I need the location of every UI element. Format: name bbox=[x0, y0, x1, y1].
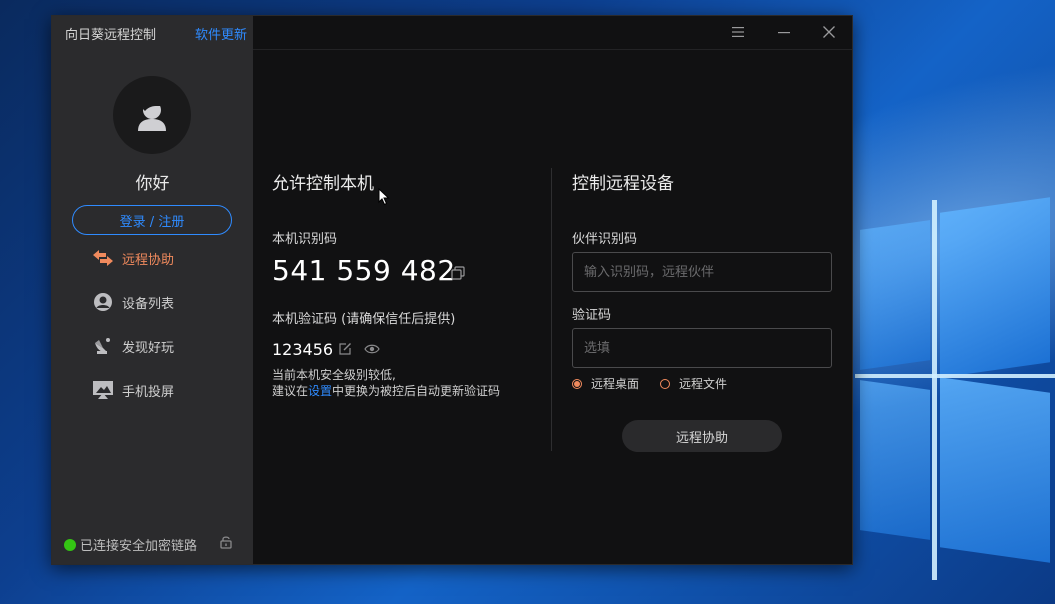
menu-icon[interactable] bbox=[727, 22, 749, 42]
partner-id-input[interactable] bbox=[572, 252, 832, 292]
radio-label: 远程文件 bbox=[679, 377, 728, 391]
allow-control-title: 允许控制本机 bbox=[272, 174, 374, 194]
control-remote-title: 控制远程设备 bbox=[572, 174, 674, 194]
connection-status: 已连接安全加密链路 bbox=[64, 535, 197, 554]
section-divider bbox=[551, 168, 552, 451]
login-register-button[interactable]: 登录 / 注册 bbox=[72, 205, 232, 235]
greeting: 你好 bbox=[135, 174, 170, 194]
software-update-link[interactable]: 软件更新 bbox=[195, 24, 247, 43]
mouse-cursor-icon bbox=[378, 187, 390, 210]
local-id-value: 541 559 482 bbox=[272, 254, 456, 287]
sidebar: 向日葵远程控制 软件更新 你好 登录 / 注册 远程协助 设备列表 发现好玩 手… bbox=[52, 16, 253, 564]
connection-status-text: 已连接安全加密链路 bbox=[80, 539, 198, 554]
device-list-icon bbox=[92, 291, 114, 313]
radio-remote-desktop[interactable]: 远程桌面 bbox=[572, 375, 639, 392]
remote-assist-icon bbox=[92, 247, 114, 269]
local-id-label: 本机识别码 bbox=[272, 232, 338, 247]
sidebar-item-label: 设备列表 bbox=[122, 296, 175, 312]
security-note-line2: 建议在设置中更换为被控后自动更新验证码 bbox=[272, 382, 500, 399]
radio-label: 远程桌面 bbox=[591, 377, 640, 391]
close-icon[interactable] bbox=[818, 22, 840, 42]
copy-icon[interactable] bbox=[450, 265, 466, 281]
app-window: 向日葵远程控制 软件更新 你好 登录 / 注册 远程协助 设备列表 发现好玩 手… bbox=[51, 15, 853, 565]
settings-link[interactable]: 设置 bbox=[308, 384, 332, 398]
radio-selected-icon bbox=[572, 378, 582, 389]
security-note-line1: 当前本机安全级别较低, bbox=[272, 368, 396, 382]
radio-remote-file[interactable]: 远程文件 bbox=[660, 375, 727, 392]
lock-icon[interactable] bbox=[219, 534, 233, 553]
minimize-icon[interactable] bbox=[773, 22, 795, 42]
edit-icon[interactable] bbox=[337, 341, 353, 357]
partner-id-label: 伙伴识别码 bbox=[572, 232, 638, 247]
user-avatar-icon bbox=[138, 100, 166, 131]
local-code-value: 123456 bbox=[272, 340, 334, 359]
app-title: 向日葵远程控制 bbox=[65, 28, 157, 43]
sidebar-item-device-list[interactable]: 设备列表 bbox=[92, 290, 174, 314]
verify-code-input[interactable] bbox=[572, 328, 832, 368]
radio-unselected-icon bbox=[660, 378, 670, 389]
sidebar-item-discover[interactable]: 发现好玩 bbox=[92, 334, 174, 358]
screen-cast-icon bbox=[92, 379, 114, 401]
discover-icon bbox=[92, 335, 114, 357]
sidebar-item-remote-assist[interactable]: 远程协助 bbox=[92, 246, 174, 270]
sidebar-item-screen-cast[interactable]: 手机投屏 bbox=[92, 378, 174, 402]
avatar[interactable] bbox=[113, 76, 191, 154]
note-prefix: 建议在 bbox=[272, 384, 309, 398]
eye-icon[interactable] bbox=[363, 341, 381, 357]
sidebar-item-label: 发现好玩 bbox=[122, 340, 175, 356]
note-suffix: 中更换为被控后自动更新验证码 bbox=[332, 384, 501, 398]
sidebar-item-label: 手机投屏 bbox=[122, 384, 175, 400]
local-code-label: 本机验证码 (请确保信任后提供) bbox=[272, 312, 456, 327]
verify-code-label: 验证码 bbox=[572, 308, 612, 323]
remote-assist-button[interactable]: 远程协助 bbox=[622, 420, 782, 452]
sidebar-item-label: 远程协助 bbox=[122, 252, 175, 268]
status-dot-icon bbox=[64, 538, 76, 551]
title-bar bbox=[253, 16, 852, 50]
